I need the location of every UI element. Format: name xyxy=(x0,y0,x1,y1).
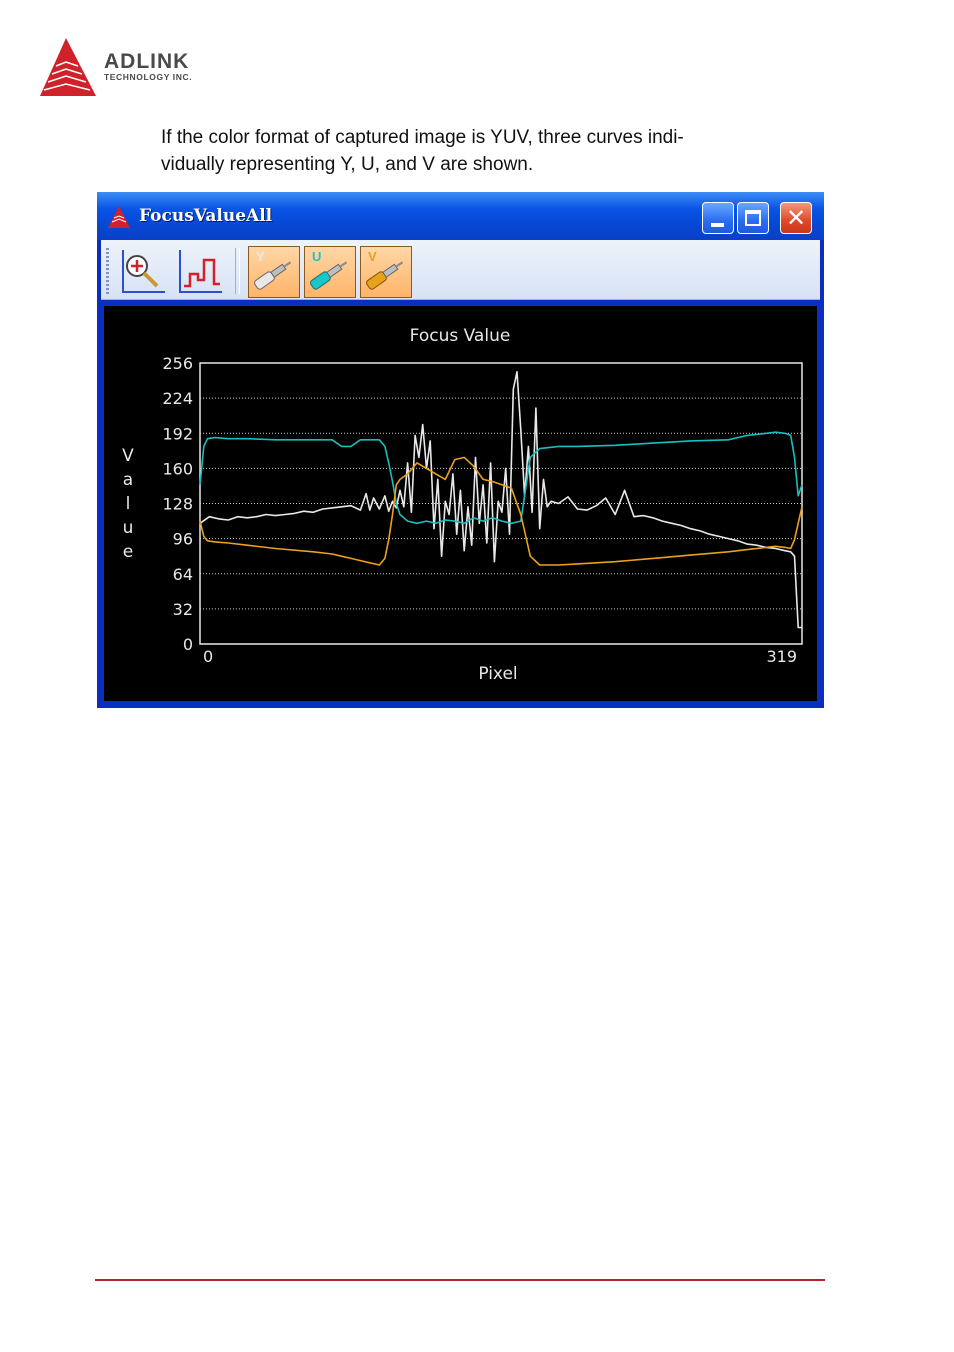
u-channel-label: U xyxy=(312,249,322,264)
toolbar: Y U V xyxy=(101,240,820,300)
focus-value-chart: Focus Value 0 32 64 96 128 160 192 224 256 0 319… xyxy=(122,326,803,684)
intro-paragraph: If the color format of captured image is… xyxy=(161,124,801,178)
close-icon: ✕ xyxy=(785,204,807,232)
v-channel-button[interactable]: V xyxy=(360,246,412,298)
adlink-triangle-icon xyxy=(40,38,96,96)
y-axis-label-char: e xyxy=(123,542,133,562)
window-titlebar[interactable]: FocusValueAll ✕ xyxy=(97,192,824,240)
chart-gridlines xyxy=(200,397,802,610)
chart-series xyxy=(199,371,803,629)
intro-line-1: If the color format of captured image is… xyxy=(161,127,684,148)
y-tick-label-64: 64 xyxy=(173,565,193,584)
y-channel-button[interactable]: Y xyxy=(248,246,300,298)
maximize-icon xyxy=(745,210,761,226)
y-axis-label-char: u xyxy=(123,518,134,538)
focus-value-window: FocusValueAll ✕ Y U V Focus Value 0 32 6… xyxy=(97,192,824,708)
adlink-logo: ADLINK TECHNOLOGY INC. xyxy=(38,36,238,100)
minimize-icon xyxy=(711,223,724,227)
y-axis-label: Value xyxy=(122,446,134,562)
app-logo-icon xyxy=(108,206,130,228)
x-tick-label-319: 319 xyxy=(766,647,797,666)
close-button[interactable]: ✕ xyxy=(780,202,812,234)
toolbar-separator xyxy=(235,248,240,294)
maximize-button[interactable] xyxy=(737,202,769,234)
series-line-y xyxy=(199,371,802,629)
y-tick-label-192: 192 xyxy=(162,424,193,443)
y-tick-label-224: 224 xyxy=(162,389,193,408)
y-channel-label: Y xyxy=(256,249,265,264)
footer-rule xyxy=(95,1279,825,1281)
toolbar-grip[interactable] xyxy=(106,248,109,294)
v-channel-label: V xyxy=(368,249,377,264)
zoom-chart-button[interactable] xyxy=(117,246,169,298)
y-axis-label-char: V xyxy=(122,446,134,466)
chart-title: Focus Value xyxy=(410,326,511,346)
y-tick-labels: 0 32 64 96 128 160 192 224 256 xyxy=(162,354,193,654)
x-axis-label: Pixel xyxy=(478,664,517,684)
y-tick-label-128: 128 xyxy=(162,495,193,514)
y-tick-label-96: 96 xyxy=(173,530,193,549)
x-tick-label-0: 0 xyxy=(203,647,213,666)
u-channel-button[interactable]: U xyxy=(304,246,356,298)
y-axis-label-char: a xyxy=(123,470,133,490)
y-tick-label-32: 32 xyxy=(173,600,193,619)
plot-area: Focus Value 0 32 64 96 128 160 192 224 256 0 319… xyxy=(104,306,817,701)
step-chart-icon xyxy=(179,250,222,293)
y-tick-label-0: 0 xyxy=(183,635,193,654)
window-title: FocusValueAll xyxy=(139,206,273,226)
minimize-button[interactable] xyxy=(702,202,734,234)
logo-subtitle: TECHNOLOGY INC. xyxy=(104,72,193,82)
y-tick-label-160: 160 xyxy=(162,459,193,478)
logo-name: ADLINK xyxy=(104,50,190,73)
y-tick-label-256: 256 xyxy=(162,354,193,373)
step-chart-button[interactable] xyxy=(174,246,226,298)
y-axis-label-char: l xyxy=(126,494,131,514)
intro-line-2: vidually representing Y, U, and V are sh… xyxy=(161,154,534,175)
zoom-chart-icon xyxy=(122,250,165,293)
